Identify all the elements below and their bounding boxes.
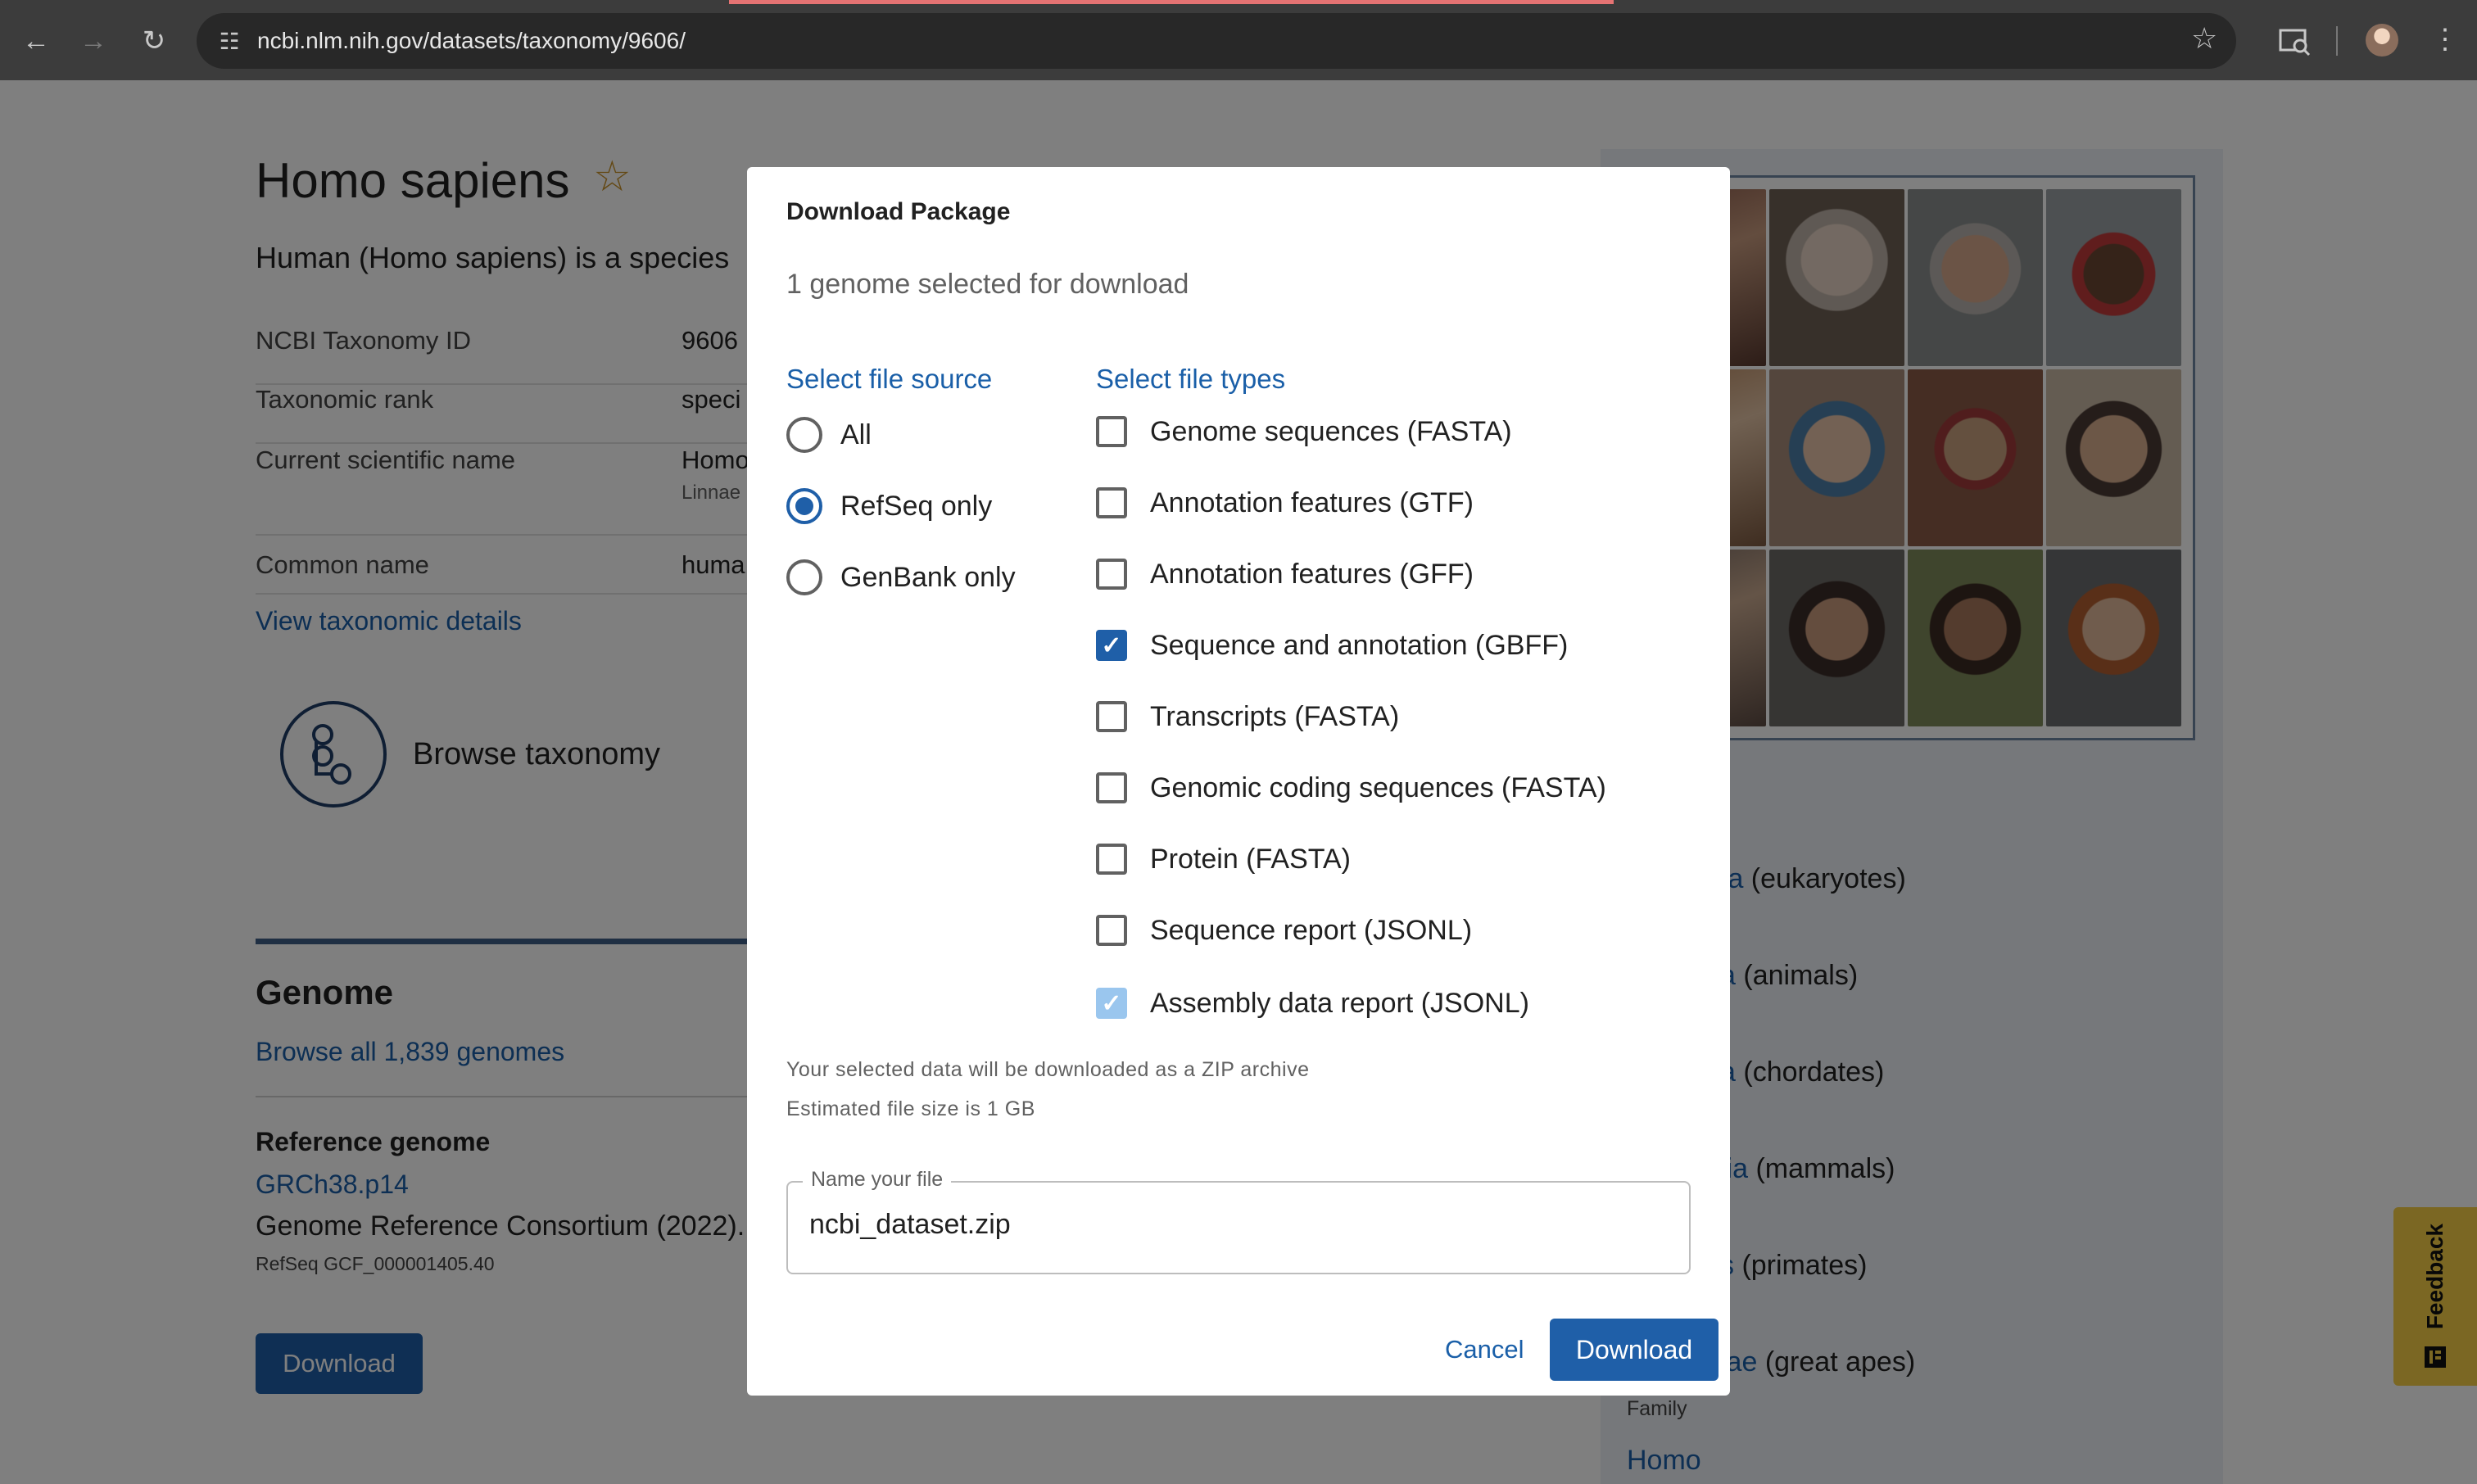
checkbox-label: Sequence and annotation (GBFF) bbox=[1150, 629, 1569, 661]
checkbox-label: Sequence report (JSONL) bbox=[1150, 914, 1473, 946]
checkbox[interactable] bbox=[1096, 701, 1127, 732]
dialog-subtitle: 1 genome selected for download bbox=[786, 269, 1189, 300]
file-size-note: Estimated file size is 1 GB bbox=[786, 1097, 1035, 1120]
filename-field[interactable]: Name your file bbox=[786, 1168, 1691, 1274]
radio-all[interactable]: All bbox=[786, 414, 872, 455]
checkbox[interactable] bbox=[1096, 915, 1127, 946]
checkbox[interactable] bbox=[1096, 772, 1127, 803]
checkbox-annotation-gtf[interactable]: Annotation features (GTF) bbox=[1096, 482, 1474, 523]
toolbar-divider bbox=[2336, 26, 2338, 56]
radio-label: All bbox=[840, 419, 872, 450]
filename-label: Name your file bbox=[803, 1168, 952, 1192]
checkbox-annotation-gff[interactable]: Annotation features (GFF) bbox=[1096, 554, 1474, 595]
tab-search-icon[interactable] bbox=[2277, 23, 2313, 59]
more-menu-icon[interactable]: ⋮ bbox=[2431, 23, 2459, 56]
checkbox-label: Annotation features (GTF) bbox=[1150, 486, 1474, 518]
checkbox[interactable] bbox=[1096, 416, 1127, 447]
checkbox[interactable] bbox=[1096, 487, 1127, 518]
radio-label: RefSeq only bbox=[840, 490, 993, 522]
file-types-heading: Select file types bbox=[1096, 364, 1286, 394]
checkbox[interactable] bbox=[1096, 844, 1127, 875]
browser-toolbar: ← → ↻ ☷ ncbi.nlm.nih.gov/datasets/taxono… bbox=[0, 0, 2477, 80]
checkbox-label: Annotation features (GFF) bbox=[1150, 558, 1474, 590]
radio-refseq-only[interactable]: RefSeq only bbox=[786, 486, 992, 527]
checkbox-checked-disabled-icon: ✓ bbox=[1096, 988, 1127, 1019]
checkbox-label: Protein (FASTA) bbox=[1150, 843, 1351, 875]
reload-icon[interactable]: ↻ bbox=[134, 21, 174, 61]
zip-note: Your selected data will be downloaded as… bbox=[786, 1058, 1310, 1081]
url-text[interactable]: ncbi.nlm.nih.gov/datasets/taxonomy/9606/ bbox=[257, 25, 686, 57]
checkbox-checked-icon[interactable]: ✓ bbox=[1096, 630, 1127, 661]
bookmark-star-icon[interactable]: ☆ bbox=[2191, 21, 2217, 56]
download-package-dialog: Download Package 1 genome selected for d… bbox=[747, 167, 1730, 1396]
forward-icon[interactable]: → bbox=[74, 21, 113, 61]
radio-label: GenBank only bbox=[840, 561, 1016, 593]
radio-genbank-only[interactable]: GenBank only bbox=[786, 557, 1016, 598]
file-source-heading: Select file source bbox=[786, 364, 993, 394]
checkbox-genome-fasta[interactable]: Genome sequences (FASTA) bbox=[1096, 411, 1512, 452]
site-settings-icon[interactable]: ☷ bbox=[213, 25, 246, 57]
checkbox-label: Transcripts (FASTA) bbox=[1150, 700, 1400, 732]
page-content: Homo sapiens ☆ Human (Homo sapiens) is a… bbox=[0, 80, 2477, 1484]
checkbox-label: Genomic coding sequences (FASTA) bbox=[1150, 771, 1606, 803]
checkbox-gbff[interactable]: ✓ Sequence and annotation (GBFF) bbox=[1096, 625, 1568, 666]
checkbox-assembly-report: ✓ Assembly data report (JSONL) bbox=[1096, 983, 1529, 1024]
filename-input[interactable] bbox=[809, 1209, 1661, 1241]
dialog-title: Download Package bbox=[786, 198, 1011, 225]
download-button[interactable]: Download bbox=[1550, 1319, 1719, 1381]
checkbox-label: Genome sequences (FASTA) bbox=[1150, 415, 1512, 447]
checkbox-protein-fasta[interactable]: Protein (FASTA) bbox=[1096, 839, 1351, 880]
checkbox-transcripts-fasta[interactable]: Transcripts (FASTA) bbox=[1096, 696, 1399, 737]
checkbox[interactable] bbox=[1096, 559, 1127, 590]
radio-button-selected[interactable] bbox=[786, 488, 822, 524]
checkbox-label: Assembly data report (JSONL) bbox=[1150, 987, 1529, 1019]
back-icon[interactable]: ← bbox=[16, 21, 56, 61]
page-load-progress bbox=[729, 0, 1614, 4]
radio-button[interactable] bbox=[786, 559, 822, 595]
checkbox-sequence-report[interactable]: Sequence report (JSONL) bbox=[1096, 910, 1472, 951]
radio-button[interactable] bbox=[786, 417, 822, 453]
profile-avatar[interactable] bbox=[2366, 24, 2398, 57]
cancel-button[interactable]: Cancel bbox=[1445, 1335, 1524, 1364]
checkbox-cds-fasta[interactable]: Genomic coding sequences (FASTA) bbox=[1096, 767, 1606, 808]
